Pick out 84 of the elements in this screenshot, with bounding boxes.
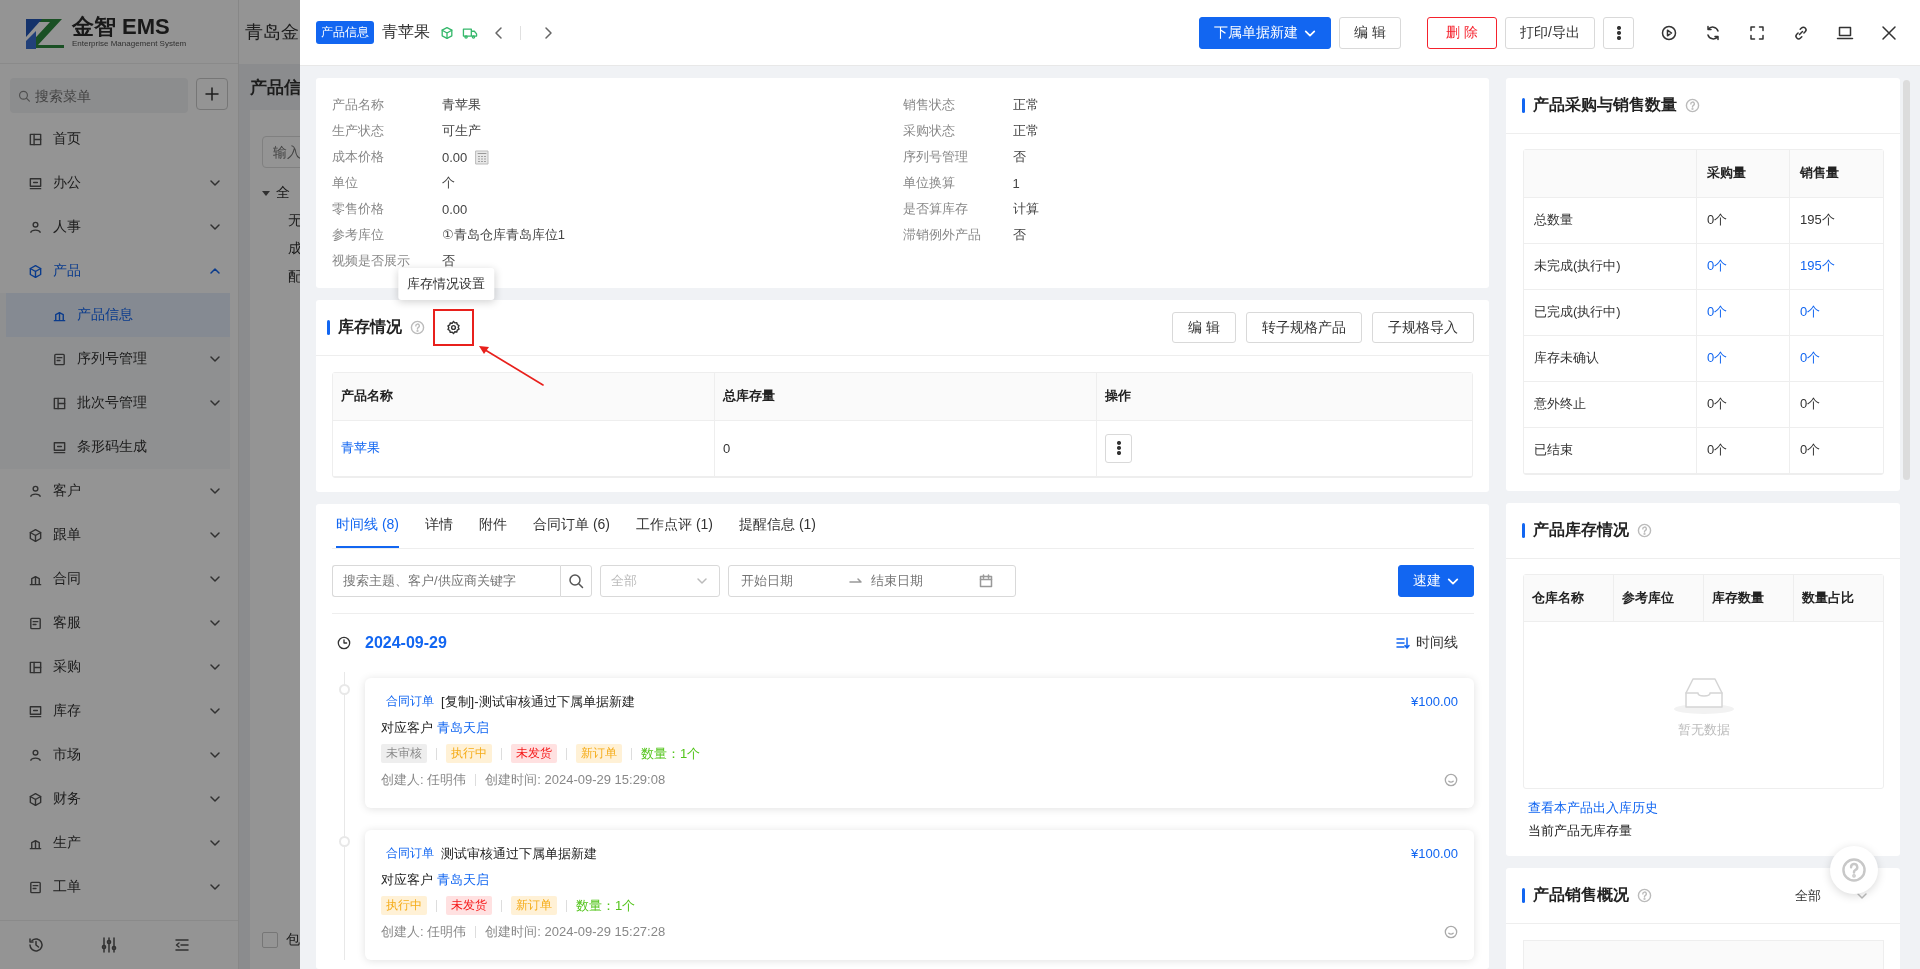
field-label: 对应客户 bbox=[381, 718, 433, 737]
field-label: 采购状态 bbox=[902, 122, 956, 140]
field-value: 计算 bbox=[1012, 200, 1039, 218]
page-badge: 产品信息 bbox=[316, 21, 374, 44]
section-title: 产品销售概况 bbox=[1533, 885, 1629, 905]
column-header: 仓库名称 bbox=[1524, 574, 1614, 622]
creator-text: 创建人: 任明伟 bbox=[381, 770, 467, 789]
field-value: 否 bbox=[1012, 226, 1026, 244]
field-label: 滞销例外产品 bbox=[902, 226, 982, 244]
entry-amount: ¥100.00 bbox=[1411, 846, 1458, 861]
table-cell: 0个 bbox=[1696, 381, 1790, 427]
status-tag: 未发货 bbox=[511, 744, 557, 763]
field-value: 否 bbox=[442, 252, 455, 270]
status-tag: 新订单 bbox=[511, 896, 557, 915]
checkbox-label: 包 bbox=[286, 931, 300, 949]
status-tag: 执行中 bbox=[381, 896, 427, 915]
table-cell: 已结束 bbox=[1524, 427, 1697, 473]
note-text: 当前产品无库存量 bbox=[1527, 822, 1633, 840]
field-value: 0.00 bbox=[442, 201, 468, 217]
entry-type: 合同订单 bbox=[385, 693, 435, 710]
column-header: 销售量 bbox=[1789, 150, 1883, 197]
section-title: 产品库存情况 bbox=[1533, 519, 1629, 540]
status-tag: 新订单 bbox=[576, 744, 622, 763]
column-header: 总库存量 bbox=[714, 373, 1097, 420]
section-title: 库存情况 bbox=[338, 317, 402, 337]
field-value: 青苹果 bbox=[442, 96, 481, 114]
column-header: 操作 bbox=[1096, 373, 1472, 420]
status-tag: 未审核 bbox=[381, 744, 427, 763]
field-value: 正常 bbox=[1012, 122, 1039, 140]
timeline-date: 2024-09-29 bbox=[365, 633, 447, 652]
field-value: ①青岛仓库青岛库位1 bbox=[442, 226, 565, 244]
quantity-text: 数量：1个 bbox=[641, 744, 701, 763]
table-cell: 0 bbox=[714, 420, 1097, 476]
column-header: 参考库位 bbox=[1613, 574, 1704, 622]
creator-text: 创建人: 任明伟 bbox=[381, 922, 467, 941]
field-label: 视频是否展示 bbox=[332, 252, 411, 270]
created-time: 创建时间: 2024-09-29 15:27:28 bbox=[485, 922, 666, 941]
table-cell: 0个 bbox=[1789, 427, 1883, 473]
table-cell: 意外终止 bbox=[1524, 381, 1697, 427]
field-value: 否 bbox=[1012, 148, 1026, 166]
created-time: 创建时间: 2024-09-29 15:29:08 bbox=[485, 770, 666, 789]
field-label: 销售状态 bbox=[902, 96, 956, 114]
entry-amount: ¥100.00 bbox=[1411, 694, 1458, 709]
table-cell: 0个 bbox=[1789, 381, 1883, 427]
field-label: 序列号管理 bbox=[902, 148, 969, 166]
empty-text: 暂无数据 bbox=[1677, 721, 1730, 739]
logo-brand: 金智 EMS bbox=[72, 15, 171, 39]
tooltip: 库存情况设置 bbox=[397, 268, 494, 300]
field-label: 产品名称 bbox=[332, 96, 385, 114]
table-cell: 已完成(执行中) bbox=[1524, 289, 1697, 335]
status-tag: 未发货 bbox=[446, 896, 492, 915]
entry-title: 测试审核通过下属单据新建 bbox=[441, 844, 597, 863]
column-header: 数量占比 bbox=[1793, 574, 1883, 622]
table-cell: 总数量 bbox=[1524, 197, 1697, 243]
status-tag: 执行中 bbox=[446, 744, 492, 763]
field-value: 个 bbox=[442, 174, 455, 192]
quantity-text: 数量：1个 bbox=[576, 896, 636, 915]
field-label: 单位 bbox=[332, 174, 359, 192]
field-label: 单位换算 bbox=[902, 174, 956, 192]
column-header: 产品名称 bbox=[333, 373, 715, 420]
field-label: 对应客户 bbox=[381, 870, 433, 889]
column-header: 采购量 bbox=[1696, 150, 1790, 197]
field-label: 零售价格 bbox=[332, 200, 385, 218]
field-value: 1 bbox=[1012, 175, 1020, 191]
field-value: 可生产 bbox=[442, 122, 481, 140]
field-label: 生产状态 bbox=[332, 122, 385, 140]
entry-type: 合同订单 bbox=[385, 845, 435, 862]
page-title: 产品信 bbox=[250, 76, 301, 99]
field-label: 参考库位 bbox=[332, 226, 385, 244]
table-cell: 库存未确认 bbox=[1524, 335, 1697, 381]
entry-title: [复制]-测试审核通过下属单据新建 bbox=[441, 692, 635, 711]
column-header: 库存数量 bbox=[1703, 574, 1794, 622]
company-name: 青岛金 bbox=[245, 21, 299, 44]
field-label: 成本价格 bbox=[332, 148, 385, 166]
field-value: 0.00 bbox=[442, 149, 468, 165]
field-label: 是否算库存 bbox=[902, 200, 969, 218]
record-title: 青苹果 bbox=[382, 22, 430, 42]
field-value: 正常 bbox=[1012, 96, 1039, 114]
table-cell: 0个 bbox=[1696, 197, 1790, 243]
logo-subtitle: Enterprise Management System bbox=[72, 39, 187, 48]
table-cell: 195个 bbox=[1789, 197, 1883, 243]
table-cell: 未完成(执行中) bbox=[1524, 243, 1697, 289]
section-title: 产品采购与销售数量 bbox=[1533, 95, 1677, 115]
table-cell: 0个 bbox=[1696, 427, 1790, 473]
